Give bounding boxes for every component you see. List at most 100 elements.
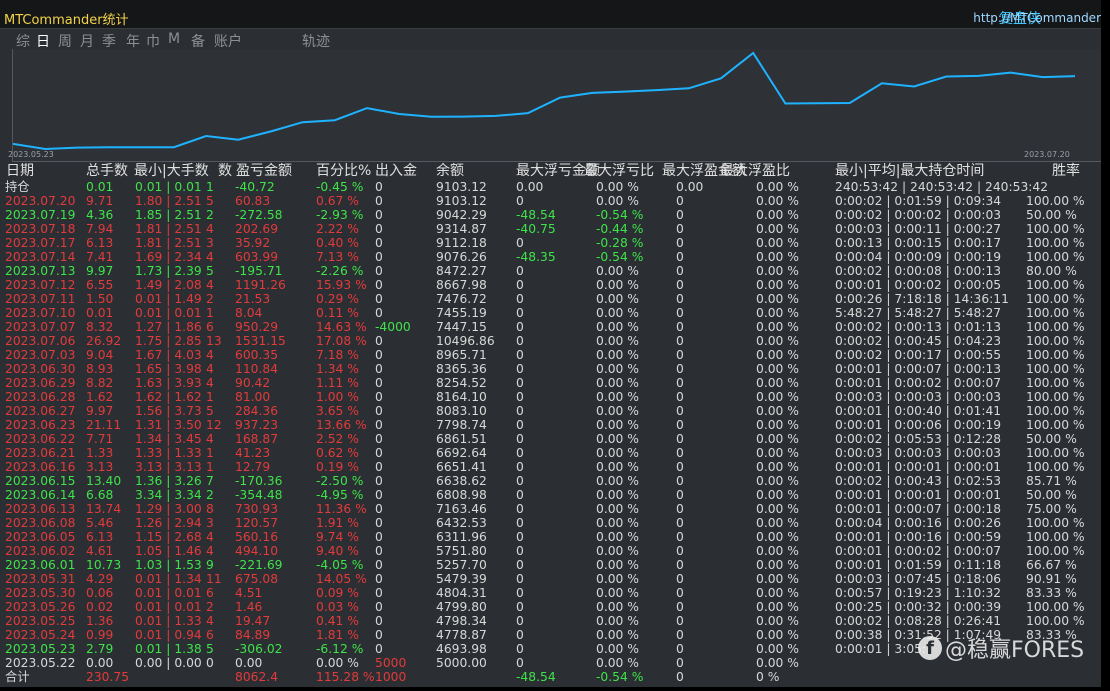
column-header[interactable]: 数 <box>218 164 232 178</box>
tab-item[interactable]: 月 <box>80 31 94 51</box>
column-header[interactable]: 最大浮盈比 <box>720 164 790 178</box>
table-row[interactable]: 2023.07.17 6.13 1.81 | 2.51 3 35.92 0.40 % 0 91… <box>0 236 1101 250</box>
column-header[interactable]: 最大浮亏比 <box>584 164 654 178</box>
website-link[interactable]: http://MTCommander <box>973 11 1101 25</box>
column-header[interactable]: 最小|大手数 <box>134 164 209 178</box>
cell-mfl: 0.00 <box>516 180 544 194</box>
table-row[interactable]: 2023.07.10 0.01 0.01 | 0.01 1 8.04 0.11 % 0 745… <box>0 306 1101 320</box>
cell-mfp: 0 <box>676 348 684 362</box>
column-header[interactable]: 最小|平均|最大持仓时间 <box>835 164 984 178</box>
cell-bal: 8965.71 <box>436 348 487 362</box>
table-row[interactable]: 2023.06.22 7.71 1.34 | 3.45 4 168.87 2.52 % 0 6… <box>0 432 1101 446</box>
tab-item[interactable]: 账户 <box>214 31 242 51</box>
table-row[interactable]: 2023.05.26 0.02 0.01 | 0.01 2 1.46 0.03 % 0 479… <box>0 600 1101 614</box>
tab-item[interactable]: 备 <box>191 31 205 51</box>
table-row[interactable]: 2023.06.01 10.73 1.03 | 1.53 9 -221.69 -4.05 … <box>0 558 1101 572</box>
cell-minmax: 1.73 | 2.39 <box>135 264 202 278</box>
cell-mflp: 0.00 % <box>596 404 639 418</box>
cell-lots: 6.55 <box>86 278 114 292</box>
table-row[interactable]: 2023.07.19 4.36 1.85 | 2.51 2 -272.58 -2.93 %… <box>0 208 1101 222</box>
table-row[interactable]: 2023.07.11 1.50 0.01 | 1.49 2 21.53 0.29 % 0 74… <box>0 292 1101 306</box>
cell-cnt: 6 <box>206 628 214 642</box>
cell-mflp: 0.00 % <box>596 376 639 390</box>
table-row[interactable]: 2023.06.15 13.40 1.36 | 3.26 7 -170.36 -2.50 … <box>0 474 1101 488</box>
cell-mflp: 0.00 % <box>596 334 639 348</box>
cell-pct: 0.29 % <box>316 292 359 306</box>
table-row[interactable]: 2023.06.13 13.74 1.29 | 3.00 8 730.93 11.36 %… <box>0 502 1101 516</box>
table-row[interactable]: 2023.07.13 9.97 1.73 | 2.39 5 -195.71 -2.26 %… <box>0 264 1101 278</box>
tab-item[interactable]: 周 <box>58 31 72 51</box>
cell-bal: 6638.62 <box>436 474 487 488</box>
table-row[interactable]: 2023.07.14 7.41 1.69 | 2.34 4 603.99 7.13 % 0 9… <box>0 250 1101 264</box>
cell-mflp: 0.00 % <box>596 460 639 474</box>
tab-item[interactable]: 轨迹 <box>302 31 330 51</box>
tab-item[interactable]: 巾 <box>146 31 160 51</box>
table-row[interactable]: 2023.06.05 6.13 1.15 | 2.68 4 560.16 9.74 % 0 6… <box>0 530 1101 544</box>
table-row[interactable]: 2023.06.23 21.11 1.31 | 3.50 12 937.23 13.66 … <box>0 418 1101 432</box>
cell-mflp: 0.00 % <box>596 474 639 488</box>
table-row[interactable]: 2023.07.03 9.04 1.67 | 4.03 4 600.35 7.18 % 0 8… <box>0 348 1101 362</box>
cell-pnl: 1.46 <box>235 600 263 614</box>
cell-mfp: 0 <box>676 194 684 208</box>
total-date: 合计 <box>5 670 30 684</box>
cell-win: 100.00 % <box>1026 334 1085 348</box>
tab-item[interactable]: 季 <box>102 31 116 51</box>
cell-hold: 0:00:03 | 0:00:11 | 0:00:27 <box>835 222 1002 236</box>
cell-cnt: 12 <box>206 418 222 432</box>
table-row[interactable]: 2023.06.08 5.46 1.26 | 2.94 3 120.57 1.91 % 0 6… <box>0 516 1101 530</box>
cell-date: 2023.07.17 <box>5 236 76 250</box>
table-row[interactable]: 持仓 0.01 0.01 | 0.01 1 -40.72 -0.45 % 0 9103.12 0… <box>0 180 1101 194</box>
cell-hold: 0:00:25 | 0:00:32 | 0:00:39 <box>835 600 1002 614</box>
cell-pct: 0.62 % <box>316 446 359 460</box>
cell-mfpp: 0.00 % <box>756 180 799 194</box>
cell-mfpp: 0.00 % <box>756 306 799 320</box>
table-row[interactable]: 2023.06.28 1.62 1.62 | 1.62 1 81.00 1.00 % 0 81… <box>0 390 1101 404</box>
cell-pct: 3.65 % <box>316 404 359 418</box>
cell-bal: 7447.15 <box>436 320 487 334</box>
cell-hold: 0:00:26 | 7:18:18 | 14:36:11 <box>835 292 1009 306</box>
table-row[interactable]: 2023.06.02 4.61 1.05 | 1.46 4 494.10 9.40 % 0 5… <box>0 544 1101 558</box>
cell-mflp: 0.00 % <box>596 432 639 446</box>
column-header[interactable]: 日期 <box>6 164 34 178</box>
table-row[interactable]: 2023.05.31 4.29 0.01 | 1.34 11 675.08 14.05 %… <box>0 572 1101 586</box>
table-row[interactable]: 2023.05.30 0.06 0.01 | 0.01 6 4.51 0.09 % 0 480… <box>0 586 1101 600</box>
cell-hold: 0:00:01 | 0:01:59 | 0:11:18 <box>835 558 1002 572</box>
table-row[interactable]: 2023.06.29 8.82 1.63 | 3.93 4 90.42 1.11 % 0 82… <box>0 376 1101 390</box>
column-header[interactable]: 余额 <box>436 164 464 178</box>
cell-mflp: 0.00 % <box>596 642 639 656</box>
column-header[interactable]: 出入金 <box>375 164 417 178</box>
cell-pct: -4.95 % <box>316 488 364 502</box>
tab-item[interactable]: M <box>168 31 180 47</box>
cell-win: 50.00 % <box>1026 488 1077 502</box>
column-header[interactable]: 总手数 <box>86 164 128 178</box>
cell-hold: 0:00:02 | 0:05:53 | 0:12:28 <box>835 432 1002 446</box>
cell-mfl: 0 <box>516 488 524 502</box>
table-row[interactable]: 2023.07.18 7.94 1.81 | 2.51 4 202.69 2.22 % 0 9… <box>0 222 1101 236</box>
table-row[interactable]: 2023.06.14 6.68 3.34 | 3.34 2 -354.48 -4.95 %… <box>0 488 1101 502</box>
cell-minmax: 1.03 | 1.53 <box>135 558 202 572</box>
cell-mfl: 0 <box>516 404 524 418</box>
facebook-icon: f <box>918 636 942 660</box>
table-row[interactable]: 2023.07.07 8.32 1.27 | 1.86 6 950.29 14.63 % -… <box>0 320 1101 334</box>
table-row[interactable]: 2023.06.21 1.33 1.33 | 1.33 1 41.23 0.62 % 0 66… <box>0 446 1101 460</box>
table-row[interactable]: 2023.06.16 3.13 3.13 | 3.13 1 12.79 0.19 % 0 66… <box>0 460 1101 474</box>
column-header[interactable]: 胜率 <box>1052 164 1080 178</box>
cell-pnl: 35.92 <box>235 236 271 250</box>
table-row[interactable]: 2023.07.20 9.71 1.80 | 2.51 5 60.83 0.67 % 0 91… <box>0 194 1101 208</box>
table-row[interactable]: 2023.06.30 8.93 1.65 | 3.98 4 110.84 1.34 % 0 8… <box>0 362 1101 376</box>
column-header[interactable]: 百分比% <box>316 164 371 178</box>
cell-lots: 4.36 <box>86 208 114 222</box>
column-header[interactable]: 盈亏金额 <box>236 164 292 178</box>
cell-mfp: 0 <box>676 390 684 404</box>
cell-pnl: 1191.26 <box>235 278 286 292</box>
table-row[interactable]: 2023.07.12 6.55 1.49 | 2.08 4 1191.26 15.93 %… <box>0 278 1101 292</box>
cell-mfl: 0 <box>516 348 524 362</box>
tab-item[interactable]: 年 <box>126 31 140 51</box>
cell-cnt: 4 <box>206 250 214 264</box>
table-row[interactable]: 2023.05.25 1.36 0.01 | 1.33 4 19.47 0.41 % 0 47… <box>0 614 1101 628</box>
cell-win: 100.00 % <box>1026 600 1085 614</box>
table-row[interactable]: 2023.07.06 26.92 1.75 | 2.85 13 1531.15 17.08… <box>0 334 1101 348</box>
tab-item[interactable]: 综 <box>16 31 30 51</box>
tab-bar: 综日周月季年巾 M 备账户 轨迹 <box>0 29 1101 52</box>
table-row[interactable]: 2023.06.27 9.97 1.56 | 3.73 5 284.36 3.65 % 0 8… <box>0 404 1101 418</box>
